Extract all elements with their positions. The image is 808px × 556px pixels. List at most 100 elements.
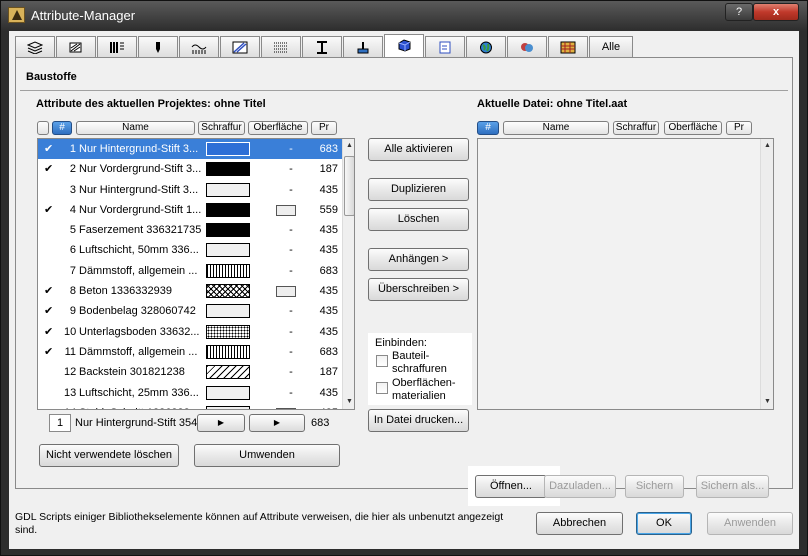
select-all-header[interactable]: [37, 121, 49, 135]
scroll-up-icon[interactable]: ▲: [343, 139, 354, 153]
tab-building-materials[interactable]: [343, 36, 383, 58]
scrollbar-thumb[interactable]: [344, 156, 354, 216]
activate-all-button[interactable]: Alle aktivieren: [368, 138, 469, 161]
column-header-fill[interactable]: Schraffur: [198, 121, 245, 135]
delete-unused-button[interactable]: Nicht verwendete löschen: [39, 444, 179, 467]
attribute-name: 8 Beton 1336332939: [64, 285, 206, 297]
save-as-button[interactable]: Sichern als...: [696, 475, 769, 498]
attribute-number: 4: [69, 203, 76, 216]
tab-zones[interactable]: [179, 36, 219, 58]
overwrite-button[interactable]: Überschreiben >: [368, 278, 469, 301]
scroll-down-icon[interactable]: ▼: [761, 395, 774, 409]
tab-layers[interactable]: [15, 36, 55, 58]
surface-popup-button[interactable]: ▶: [249, 414, 305, 432]
tab-line-types[interactable]: [138, 36, 178, 58]
tab-fills[interactable]: [56, 36, 96, 58]
table-row[interactable]: 13 Luftschicht, 25mm 336... - 435: [38, 383, 354, 403]
tab-materials[interactable]: [384, 34, 424, 58]
column-header-priority[interactable]: Pr: [311, 121, 337, 135]
tab-composites[interactable]: [261, 36, 301, 58]
surface-value: -: [289, 224, 293, 237]
column-header-number[interactable]: #: [52, 121, 72, 135]
open-file-button[interactable]: Öffnen...: [475, 475, 547, 498]
file-column-header-number[interactable]: #: [477, 121, 499, 135]
scroll-up-icon[interactable]: ▲: [761, 139, 774, 153]
attribute-label: Nur Vordergrund-Stift 1...: [79, 203, 202, 216]
table-row[interactable]: ✔ 8 Beton 1336332939 435: [38, 281, 354, 301]
help-button[interactable]: ?: [725, 3, 753, 21]
pens-icon: [110, 42, 124, 53]
tab-pens[interactable]: [97, 36, 137, 58]
project-attributes-list[interactable]: ✔ 1 Nur Hintergrund-Stift 3... -683 ✔ 2 Nur Vo…: [37, 138, 355, 410]
apply-button[interactable]: Anwenden: [707, 512, 793, 535]
duplicate-button[interactable]: Duplizieren: [368, 178, 469, 201]
profiles-icon: [317, 41, 327, 54]
tab-all[interactable]: Alle: [589, 36, 633, 58]
load-more-button[interactable]: Dazuladen...: [544, 475, 616, 498]
delete-button[interactable]: Löschen: [368, 208, 469, 231]
fill-popup-button[interactable]: ▶: [197, 414, 245, 432]
column-header-name[interactable]: Name: [76, 121, 195, 135]
close-button[interactable]: x: [753, 3, 799, 21]
title-bar: Attribute-Manager ? x: [1, 1, 807, 29]
group-title: Baustoffe: [26, 71, 77, 83]
triangle-right-icon: ▶: [273, 418, 281, 427]
selected-attribute-name: Nur Hintergrund-Stift 354: [75, 417, 198, 429]
table-row[interactable]: 6 Luftschicht, 50mm 336... - 435: [38, 240, 354, 260]
table-row[interactable]: ✔ 14Stahl, Schnitt 1336332... 435: [38, 403, 354, 409]
table-row[interactable]: 3 Nur Hintergrund-Stift 3... - 435: [38, 180, 354, 200]
file-column-header-priority[interactable]: Pr: [726, 121, 752, 135]
ok-button[interactable]: OK: [636, 512, 692, 535]
window-title: Attribute-Manager: [31, 8, 136, 23]
tab-operation-profiles[interactable]: [507, 36, 547, 58]
table-row[interactable]: ✔ 1 Nur Hintergrund-Stift 3... - 683: [38, 139, 354, 160]
table-row[interactable]: ✔ 2 Nur Vordergrund-Stift 3... - 187: [38, 159, 354, 179]
file-list-scrollbar[interactable]: ▲ ▼: [760, 139, 773, 409]
convert-button[interactable]: Umwenden: [194, 444, 340, 467]
table-row[interactable]: 7 Dämmstoff, allgemein ... - 683: [38, 261, 354, 281]
project-list-scrollbar[interactable]: ▲ ▼: [342, 139, 354, 409]
file-column-header-fill[interactable]: Schraffur: [613, 121, 659, 135]
cancel-button[interactable]: Abbrechen: [536, 512, 623, 535]
attribute-number: 3: [69, 183, 76, 196]
tab-mep-systems[interactable]: [548, 36, 588, 58]
table-row[interactable]: ✔ 10 Unterlagsboden 33632... - 435: [38, 322, 354, 342]
table-row[interactable]: 12 Backstein 301821238 - 187: [38, 362, 354, 382]
surface-value: -: [289, 305, 293, 318]
line-types-icon: [156, 42, 160, 53]
print-to-file-button[interactable]: In Datei drucken...: [368, 409, 469, 432]
embed-surfaces-option[interactable]: Oberflächen- materialien: [376, 377, 470, 403]
tab-fill-types[interactable]: [220, 36, 260, 58]
save-button[interactable]: Sichern: [625, 475, 684, 498]
embed-fills-option[interactable]: Bauteil- schraffuren: [376, 350, 470, 376]
append-button[interactable]: Anhängen >: [368, 248, 469, 271]
attribute-number: 5: [69, 224, 76, 237]
attribute-number: 6: [69, 244, 76, 257]
used-checkmark-icon: ✔: [44, 285, 54, 298]
scroll-down-icon[interactable]: ▼: [343, 395, 354, 409]
embed-surfaces-checkbox[interactable]: [376, 382, 388, 394]
group-divider: [20, 90, 788, 91]
fill-swatch: [206, 324, 250, 339]
surface-value: -: [289, 143, 293, 155]
embed-fills-checkbox[interactable]: [376, 355, 388, 367]
attribute-label: Nur Vordergrund-Stift 3...: [79, 163, 202, 176]
file-column-header-name[interactable]: Name: [503, 121, 609, 135]
operation-profiles-icon: [521, 43, 533, 52]
building-materials-icon: [357, 42, 369, 54]
mep-systems-icon: [560, 41, 576, 54]
tab-locations[interactable]: [466, 36, 506, 58]
table-row[interactable]: ✔ 4 Nur Vordergrund-Stift 1... 559: [38, 200, 354, 220]
tab-profiles[interactable]: [302, 36, 342, 58]
fill-swatch: [206, 243, 250, 258]
file-column-header-surface[interactable]: Oberfläche: [664, 121, 722, 135]
table-row[interactable]: ✔ 9 Bodenbelag 328060742 - 435: [38, 301, 354, 321]
attribute-label: Nur Hintergrund-Stift 3...: [79, 143, 199, 155]
table-row[interactable]: 5 Faserzement 336321735 - 435: [38, 220, 354, 240]
tab-markups[interactable]: [425, 36, 465, 58]
table-row[interactable]: ✔ 11 Dämmstoff, allgemein ... - 683: [38, 342, 354, 362]
attribute-label: Luftschicht, 50mm 336...: [79, 244, 199, 257]
surface-value: -: [289, 163, 293, 176]
column-header-surface[interactable]: Oberfläche: [248, 121, 308, 135]
file-attributes-list[interactable]: ▲ ▼: [477, 138, 774, 410]
